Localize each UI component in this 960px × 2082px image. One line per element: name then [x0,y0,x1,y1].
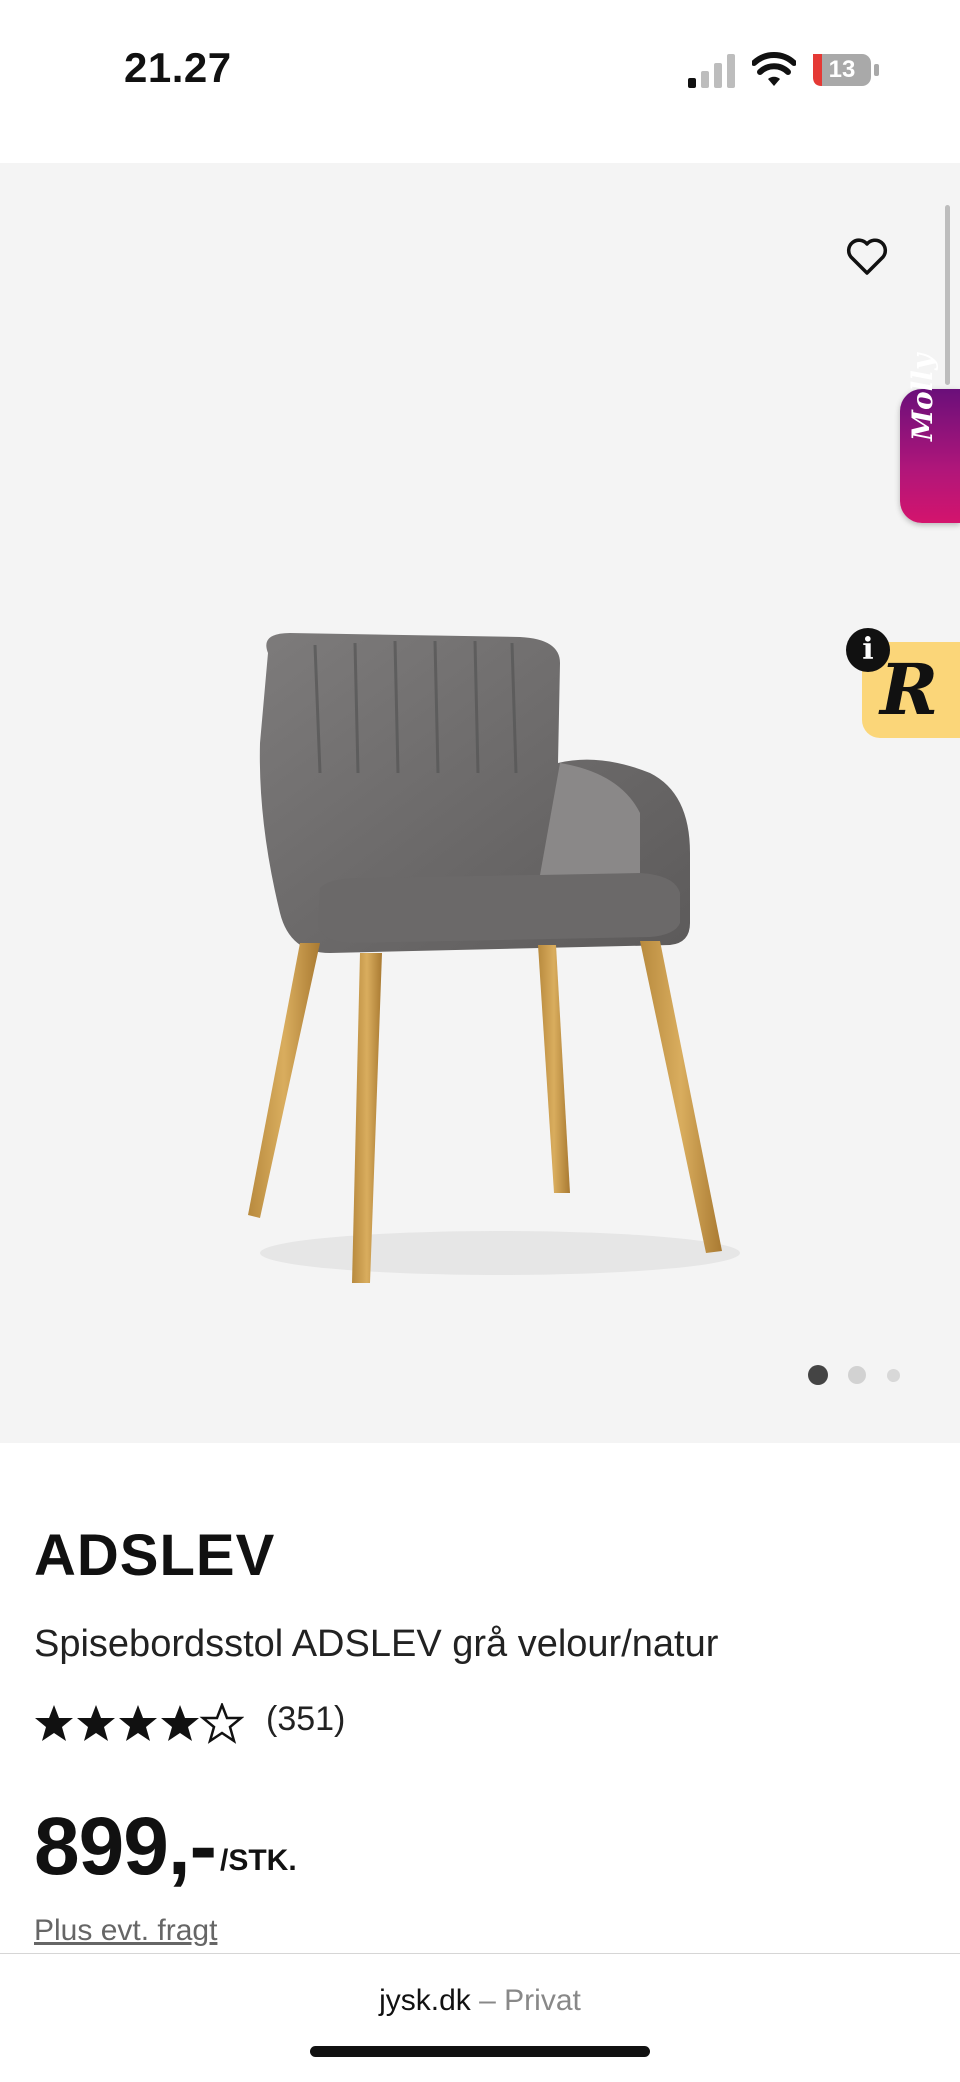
signal-icon [688,54,735,88]
review-badge-logo: R [880,648,939,731]
star-icon [77,1705,115,1741]
star-icon [119,1705,157,1741]
product-image-gallery[interactable]: Molly R i [0,163,960,1443]
molly-label: Molly [906,353,939,441]
price-unit: /STK. [220,1844,297,1877]
product-name: Spisebordsstol ADSLEV grå velour/natur [34,1623,719,1665]
url-separator: – [470,1984,505,2017]
pagination-dot-active[interactable] [808,1365,828,1385]
pagination-dot[interactable] [887,1369,900,1382]
product-brand: ADSLEV [34,1523,276,1588]
home-indicator[interactable] [310,2046,650,2057]
battery-level: 13 [828,56,856,83]
browser-url[interactable]: jysk.dk – Privat [0,1984,960,2018]
url-domain: jysk.dk [379,1984,471,2017]
status-time: 21.27 [124,44,232,91]
wifi-icon [752,52,796,86]
molly-chat-button[interactable]: Molly [900,354,960,523]
freight-link[interactable]: Plus evt. fragt [34,1914,217,1948]
product-image [248,633,740,1283]
scrollbar[interactable] [945,205,950,385]
star-half-icon [201,1703,243,1743]
star-icon [161,1705,199,1741]
pagination-dot[interactable] [848,1366,866,1384]
star-icon [35,1705,73,1741]
browsing-mode: Privat [504,1984,581,2017]
rating-count[interactable]: (351) [266,1700,345,1739]
product-price: 899,- [34,1801,217,1892]
rating-stars[interactable] [34,1703,244,1745]
status-bar: 21.27 13 [0,0,960,163]
heart-icon[interactable] [846,238,888,276]
info-icon[interactable]: i [846,628,890,672]
